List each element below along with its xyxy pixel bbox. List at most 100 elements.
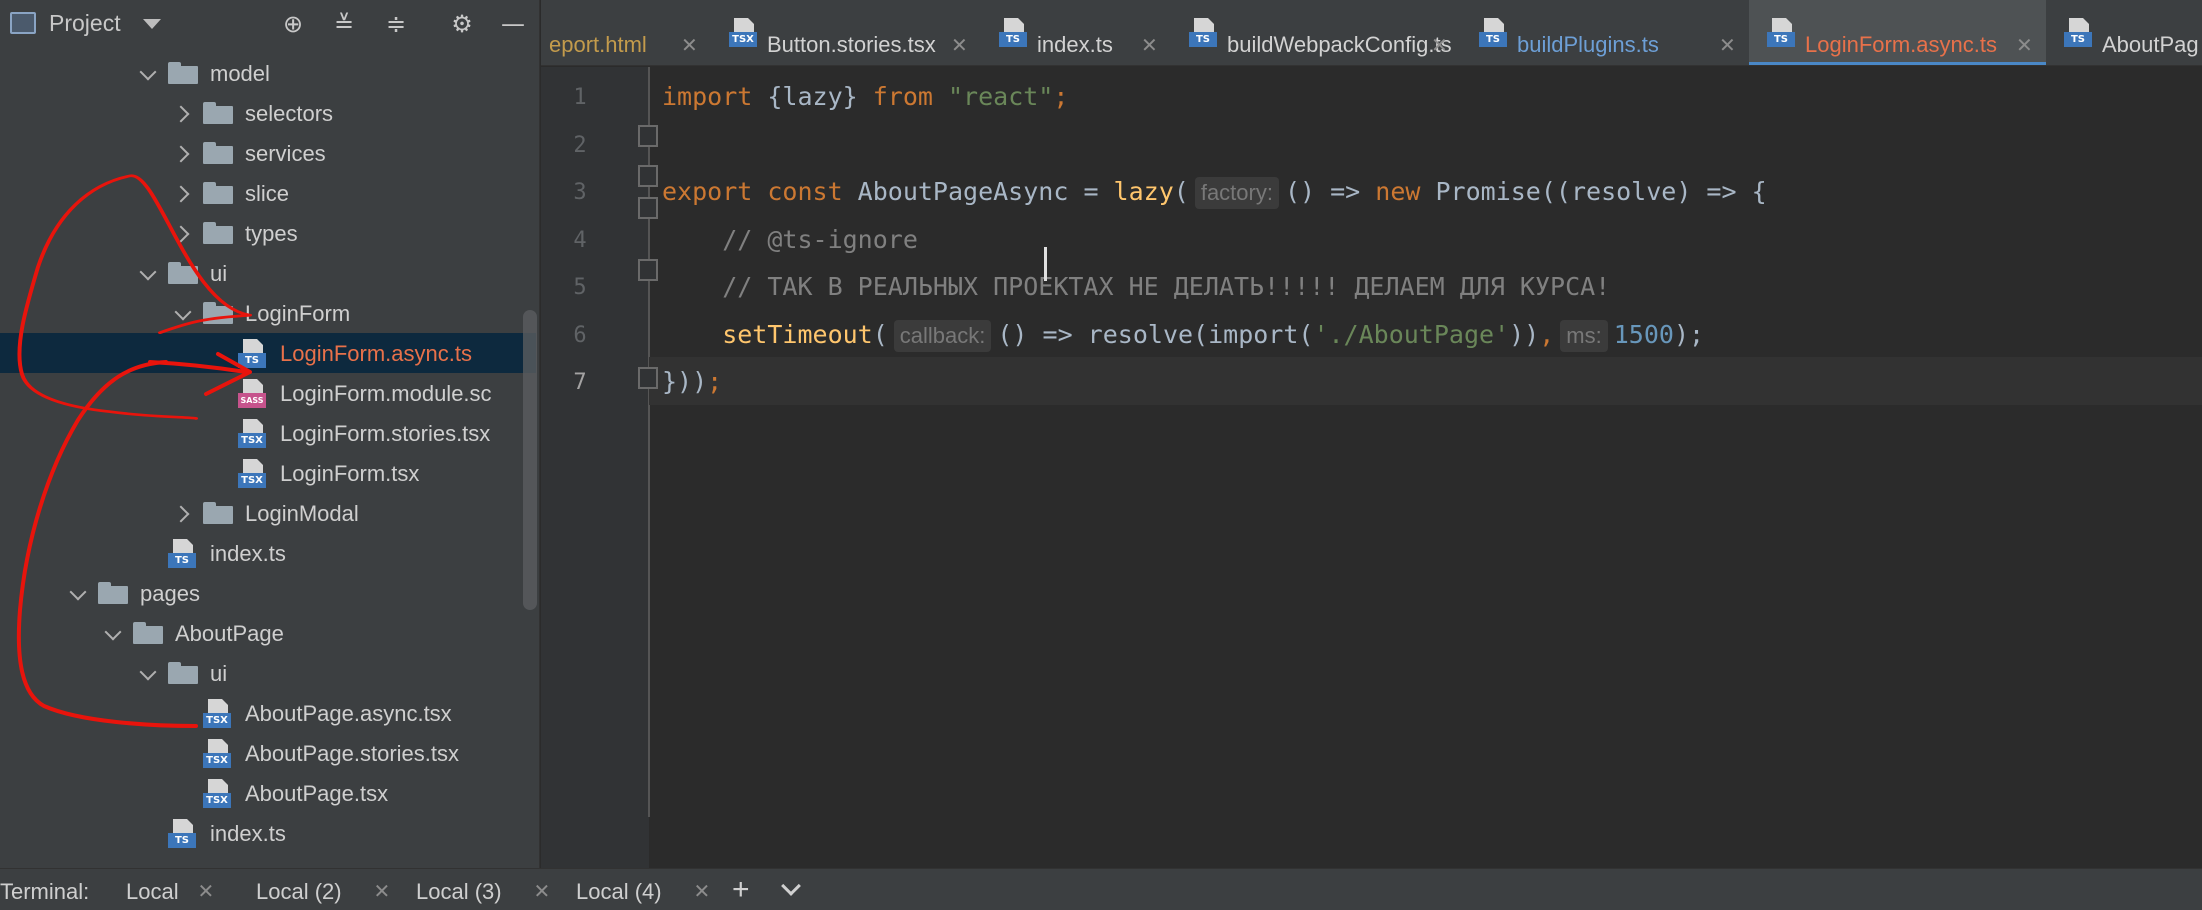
folder-icon	[98, 582, 128, 604]
tree-item-label: LoginModal	[245, 501, 359, 526]
chevron-right-icon[interactable]	[175, 143, 193, 163]
folder-icon	[203, 222, 233, 244]
editor-tab[interactable]: TS buildWebpackConfig.ts ✕	[1171, 0, 1461, 65]
tree-file-row[interactable]: TSX LoginForm.tsx	[0, 453, 536, 493]
crosshair-icon[interactable]: ⊕	[280, 11, 306, 37]
view-mode-dropdown-icon[interactable]	[143, 19, 161, 29]
close-tab-icon[interactable]: ✕	[1141, 33, 1158, 57]
gear-icon[interactable]: ⚙	[449, 11, 475, 37]
terminal-title: Terminal:	[0, 879, 90, 904]
code-line[interactable]: export const AboutPageAsync = lazy(facto…	[662, 172, 1767, 212]
tree-item-label: LoginForm.module.sc	[280, 381, 492, 406]
terminal-tabs-chevron-down-icon[interactable]	[781, 876, 801, 896]
new-terminal-button[interactable]: +	[732, 873, 750, 907]
close-terminal-tab-icon[interactable]: ✕	[374, 879, 391, 903]
code-token: ,	[1539, 319, 1555, 349]
tree-file-row[interactable]: TSX LoginForm.stories.tsx	[0, 413, 536, 453]
chevron-down-icon[interactable]	[105, 623, 123, 643]
code-token: {lazy}	[767, 82, 873, 111]
code-line[interactable]: }));	[662, 362, 722, 402]
code-line[interactable]: // ТАК В РЕАЛЬНЫХ ПРОЕКТАХ НЕ ДЕЛАТЬ!!!!…	[662, 267, 1610, 307]
tree-folder-row[interactable]: ui	[0, 253, 536, 293]
editor-tab[interactable]: TS index.ts ✕	[981, 0, 1171, 65]
tree-folder-row[interactable]: AboutPage	[0, 613, 536, 653]
tree-folder-row[interactable]: services	[0, 133, 536, 173]
terminal-tool-bar: Terminal: Local ✕ Local (2) ✕ Local (3) ✕ Loca…	[0, 868, 2202, 910]
tree-folder-row[interactable]: slice	[0, 173, 536, 213]
file-type-badge: TSX	[238, 473, 266, 488]
collapse-all-icon[interactable]: ≑	[383, 11, 409, 37]
chevron-right-icon[interactable]	[175, 223, 193, 243]
code-line[interactable]: // @ts-ignore	[662, 220, 918, 260]
close-tab-icon[interactable]: ✕	[681, 33, 698, 57]
ts-file-icon: TS	[168, 539, 196, 569]
editor-tab[interactable]: TS AboutPag	[2046, 0, 2202, 65]
chevron-down-icon[interactable]	[140, 263, 158, 283]
editor-tab[interactable]: TS LoginForm.async.ts ✕	[1749, 0, 2046, 65]
tree-item-label: services	[245, 141, 326, 166]
tree-file-row[interactable]: SASS LoginForm.module.sc	[0, 373, 536, 413]
tree-folder-row[interactable]: model	[0, 53, 536, 93]
chevron-down-icon[interactable]	[70, 583, 88, 603]
tree-file-row[interactable]: TS index.ts	[0, 813, 536, 853]
tsx-file-icon: TSX	[238, 459, 266, 489]
tree-folder-row[interactable]: LoginForm	[0, 293, 536, 333]
chevron-down-icon[interactable]	[140, 63, 158, 83]
code-token: () =>	[1284, 177, 1376, 206]
tree-folder-row[interactable]: pages	[0, 573, 536, 613]
editor-tab[interactable]: TSX Button.stories.tsx ✕	[711, 0, 981, 65]
tree-file-row[interactable]: TS index.ts	[0, 533, 536, 573]
tree-item-label: AboutPage	[175, 621, 284, 646]
tree-file-row[interactable]: TSX AboutPage.stories.tsx	[0, 733, 536, 773]
sass-file-icon: SASS	[238, 379, 266, 409]
close-tab-icon[interactable]: ✕	[2016, 33, 2033, 57]
close-terminal-tab-icon[interactable]: ✕	[534, 879, 551, 903]
terminal-tab[interactable]: Local (4)	[576, 879, 662, 905]
fold-marker-start[interactable]	[638, 125, 658, 147]
close-tab-icon[interactable]: ✕	[1431, 33, 1448, 57]
code-token: setTimeout	[662, 319, 873, 349]
tree-file-row[interactable]: TSX AboutPage.async.tsx	[0, 693, 536, 733]
terminal-tab[interactable]: Local (3)	[416, 879, 502, 905]
folder-icon	[168, 662, 198, 684]
ts-file-icon: TS	[1767, 18, 1795, 48]
folder-icon	[168, 262, 198, 284]
code-editor[interactable]: 1 2 3 4 5 6 7 import {lazy} from "react"; expor…	[541, 67, 2202, 868]
close-terminal-tab-icon[interactable]: ✕	[198, 879, 215, 903]
tree-folder-row[interactable]: LoginModal	[0, 493, 536, 533]
editor-tab[interactable]: TS buildPlugins.ts ✕	[1461, 0, 1749, 65]
terminal-tab[interactable]: Local	[126, 879, 179, 905]
project-panel-title[interactable]: Project	[49, 10, 121, 37]
fold-marker-end[interactable]	[638, 259, 658, 281]
code-line[interactable]: setTimeout(callback:() => resolve(import…	[662, 315, 1719, 355]
tree-folder-row[interactable]: ui	[0, 653, 536, 693]
tree-folder-row[interactable]: types	[0, 213, 536, 253]
file-type-badge: TS	[2064, 32, 2092, 47]
code-token: from	[872, 82, 948, 111]
fold-marker-middle[interactable]	[638, 165, 658, 187]
tree-item-label: LoginForm.async.ts	[280, 341, 472, 366]
tree-item-label: LoginForm.tsx	[280, 461, 420, 486]
chevron-right-icon[interactable]	[175, 103, 193, 123]
parameter-hint: callback:	[893, 319, 992, 352]
close-terminal-tab-icon[interactable]: ✕	[694, 879, 711, 903]
code-token: new	[1375, 177, 1436, 206]
expand-all-icon[interactable]: ≚	[331, 11, 357, 37]
fold-marker-end[interactable]	[638, 367, 658, 389]
chevron-down-icon[interactable]	[175, 303, 193, 323]
chevron-right-icon[interactable]	[175, 503, 193, 523]
chevron-right-icon[interactable]	[175, 183, 193, 203]
chevron-down-icon[interactable]	[140, 663, 158, 683]
editor-tab[interactable]: eport.html ✕	[541, 0, 711, 65]
tree-folder-row[interactable]: selectors	[0, 93, 536, 133]
close-tab-icon[interactable]: ✕	[1719, 33, 1736, 57]
tree-file-row[interactable]: TS LoginForm.async.ts	[0, 333, 536, 373]
minimize-icon[interactable]: —	[500, 11, 526, 37]
project-panel-scrollbar[interactable]	[523, 310, 537, 610]
file-type-badge: TS	[1767, 32, 1795, 47]
tree-file-row[interactable]: TSX AboutPage.tsx	[0, 773, 536, 813]
code-line[interactable]: import {lazy} from "react";	[662, 77, 1068, 117]
fold-marker-middle[interactable]	[638, 197, 658, 219]
terminal-tab[interactable]: Local (2)	[256, 879, 342, 905]
close-tab-icon[interactable]: ✕	[951, 33, 968, 57]
